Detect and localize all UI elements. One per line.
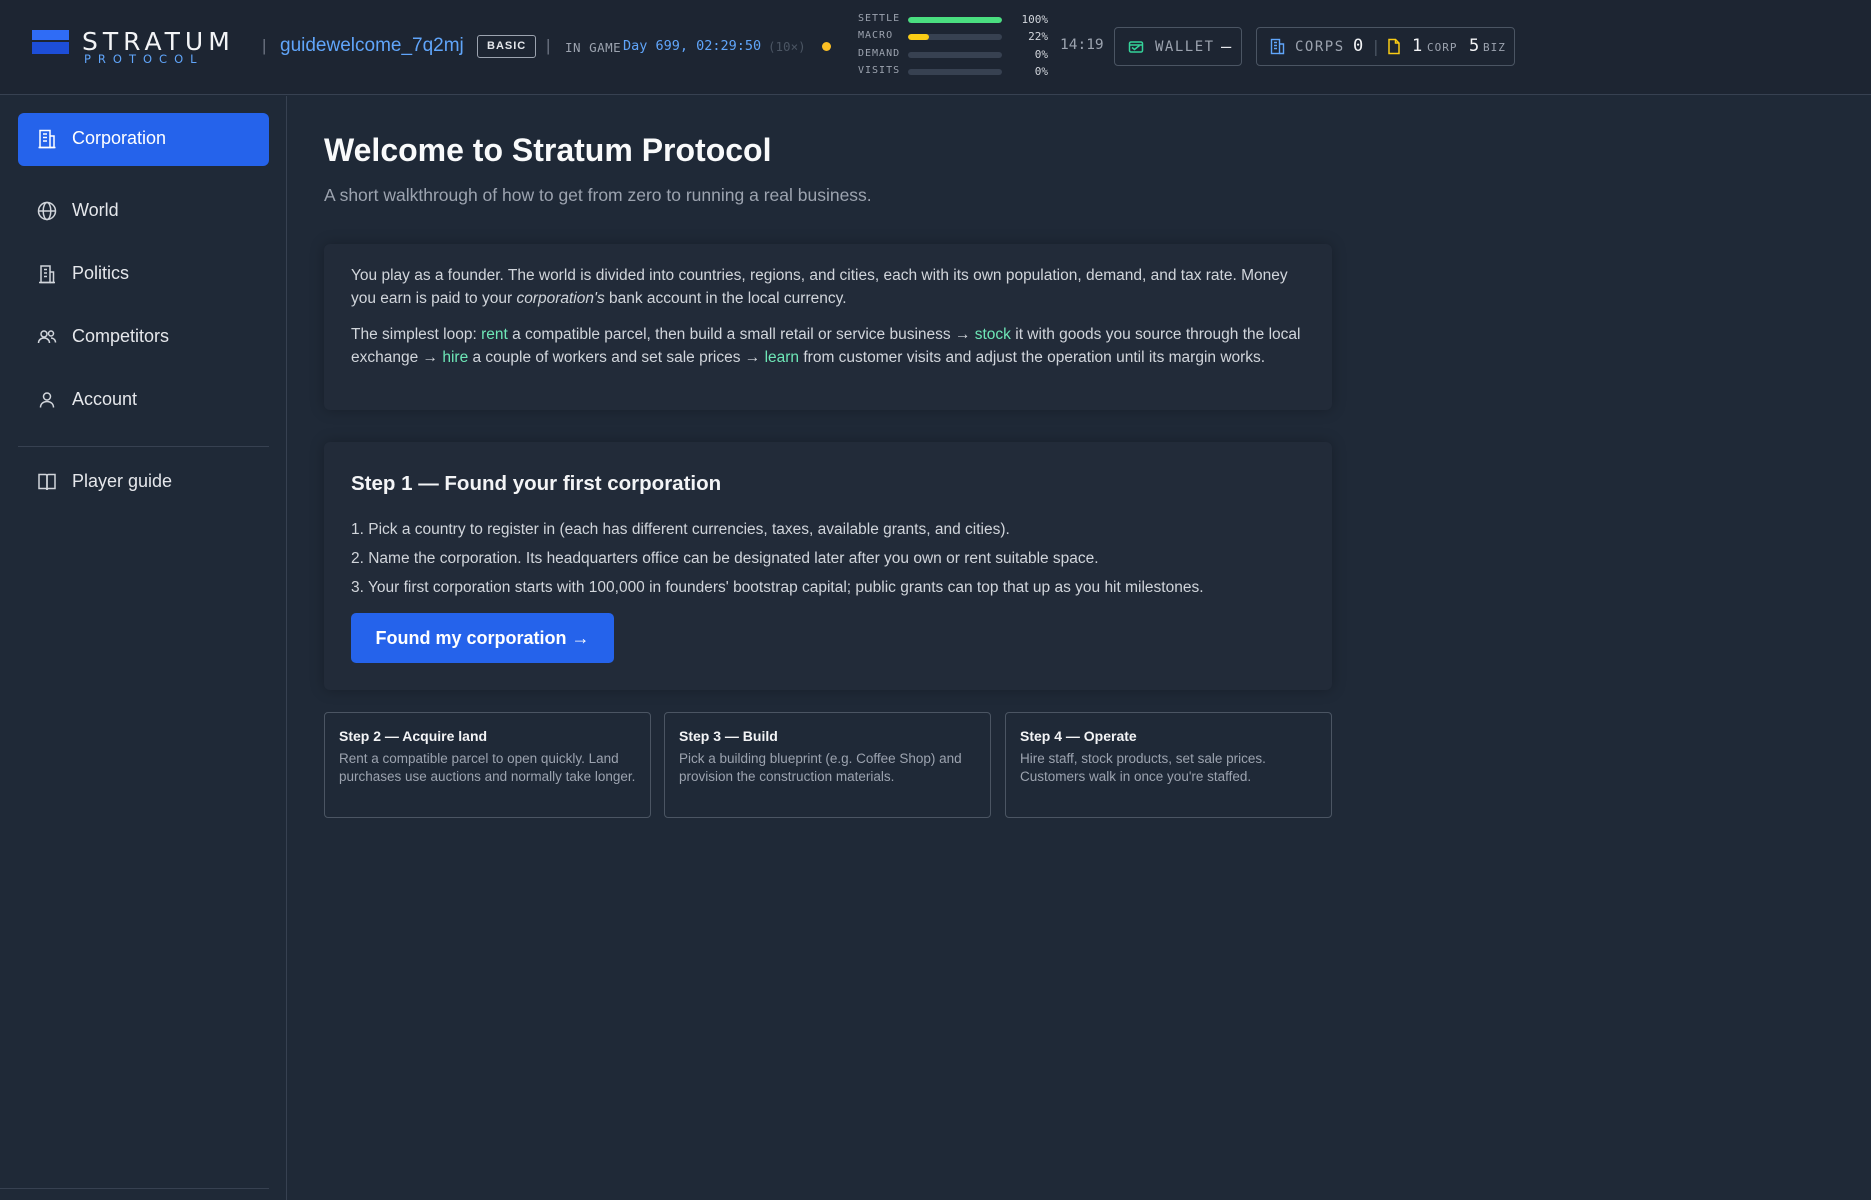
in-game-label: IN GAME [565,40,622,55]
corps-divider: | [1371,37,1381,56]
step2-card: Step 2 — Acquire land Rent a compatible … [324,712,651,818]
corps-label: CORPS [1295,39,1345,55]
header-separator: | [262,36,267,55]
step-description: Hire staff, stock products, set sale pri… [1020,751,1266,784]
keyword-hire: hire [442,349,469,366]
users-icon [36,326,58,348]
sidebar: Corporation World Politics Competitors A… [0,96,287,1200]
corp-count: 1 [1412,36,1423,56]
building-icon [36,128,58,150]
sidebar-item-competitors[interactable]: Competitors [18,311,269,364]
step1-title: Step 1 — Found your first corporation [351,472,722,495]
globe-icon [36,200,58,222]
sidebar-item-label: Competitors [72,326,170,346]
corp-label: CORP [1427,41,1458,54]
step1-card: Step 1 — Found your first corporation 1.… [324,442,1332,690]
list-item: 1. Pick a country to register in (each h… [351,521,1010,538]
user-icon [36,389,58,411]
meter-track [908,69,1002,75]
sidebar-item-label: Politics [72,263,130,283]
meter-label: VISITS [858,65,901,76]
step-description: Pick a building blueprint (e.g. Coffee S… [679,751,962,784]
meter-track [908,34,1002,40]
intro-paragraph: You play as a founder. The world is divi… [351,267,1288,307]
step4-card: Step 4 — Operate Hire staff, stock produ… [1005,712,1332,818]
sidebar-item-politics[interactable]: Politics [18,248,269,301]
government-building-icon [36,263,58,285]
loop-paragraph: The simplest loop: rent a compatible par… [351,326,1301,366]
meter-value: 0% [1034,48,1048,61]
wallet-label: WALLET [1155,39,1215,55]
book-icon [36,471,58,493]
biz-label: BIZ [1483,41,1506,54]
step3-card: Step 3 — Build Pick a building blueprint… [664,712,991,818]
biz-count: 5 [1469,36,1480,56]
meter-track [908,52,1002,58]
username-link[interactable]: guidewelcome_7q2mj [280,35,464,57]
meter-label: MACRO [858,30,894,41]
status-dot-icon [822,42,831,51]
step-description: Rent a compatible parcel to open quickly… [339,751,636,784]
meter-visits: VISITS 0% [858,65,1048,79]
meter-label: DEMAND [858,48,901,59]
step-title: Step 2 — Acquire land [339,728,488,744]
header-separator: | [546,36,551,55]
meter-track [908,17,1002,23]
sidebar-item-world[interactable]: World [18,185,269,238]
corps-summary-button[interactable]: CORPS 0 | 1 CORP 5 BIZ [1256,27,1515,66]
game-speed: (10×) [768,39,806,54]
meter-demand: DEMAND 0% [858,48,1048,62]
sidebar-item-account[interactable]: Account [18,374,269,427]
intro-card: You play as a founder. The world is divi… [324,244,1332,410]
plan-badge: BASIC [477,35,537,58]
sidebar-item-label: Player guide [72,471,173,491]
logo[interactable]: STRATUM PROTOCOL [32,28,250,66]
list-item: 2. Name the corporation. Its headquarter… [351,550,1099,567]
wallet-button[interactable]: WALLET – [1114,27,1242,66]
in-game-time: Day 699, 02:29:50 [623,38,762,54]
keyword-rent: rent [481,326,508,343]
page-title: Welcome to Stratum Protocol [324,132,772,168]
wallet-icon [1128,39,1144,59]
building-icon [1270,38,1285,59]
keyword-stock: stock [974,326,1011,343]
top-bar: STRATUM PROTOCOL | guidewelcome_7q2mj BA… [0,0,1871,95]
sidebar-divider [18,446,269,447]
meter-value: 0% [1034,65,1048,78]
sidebar-item-label: Account [72,389,138,409]
main-content: Welcome to Stratum Protocol A short walk… [288,96,1871,1200]
step-title: Step 4 — Operate [1020,728,1137,744]
status-meters: SETTLE 100% MACRO 22% DEMAND 0% VISITS 0… [858,13,1048,81]
wallet-value: – [1221,37,1232,57]
logo-mark-icon [32,30,69,54]
meter-value: 100% [1021,13,1049,26]
list-item: 3. Your first corporation starts with 10… [351,579,1204,596]
found-corporation-button[interactable]: Found my corporation → [351,613,614,663]
sidebar-footer-divider [0,1188,269,1189]
document-icon [1387,38,1401,59]
clock: 14:19 [1060,37,1104,53]
meter-macro: MACRO 22% [858,30,1048,44]
sidebar-item-label: Corporation [72,128,167,148]
corps-count: 0 [1353,36,1364,56]
page-subtitle: A short walkthrough of how to get from z… [324,185,872,205]
sidebar-item-player-guide[interactable]: Player guide [18,456,269,509]
step1-list: 1. Pick a country to register in (each h… [351,518,1311,605]
meter-value: 22% [1028,30,1048,43]
step-title: Step 3 — Build [679,728,778,744]
keyword-learn: learn [764,349,800,366]
meter-fill [908,17,1002,23]
sidebar-item-label: World [72,200,119,220]
sidebar-item-corporation[interactable]: Corporation [18,113,269,166]
meter-fill [908,34,929,40]
meter-settle: SETTLE 100% [858,13,1048,27]
logo-subtitle: PROTOCOL [84,52,204,66]
meter-label: SETTLE [858,13,901,24]
